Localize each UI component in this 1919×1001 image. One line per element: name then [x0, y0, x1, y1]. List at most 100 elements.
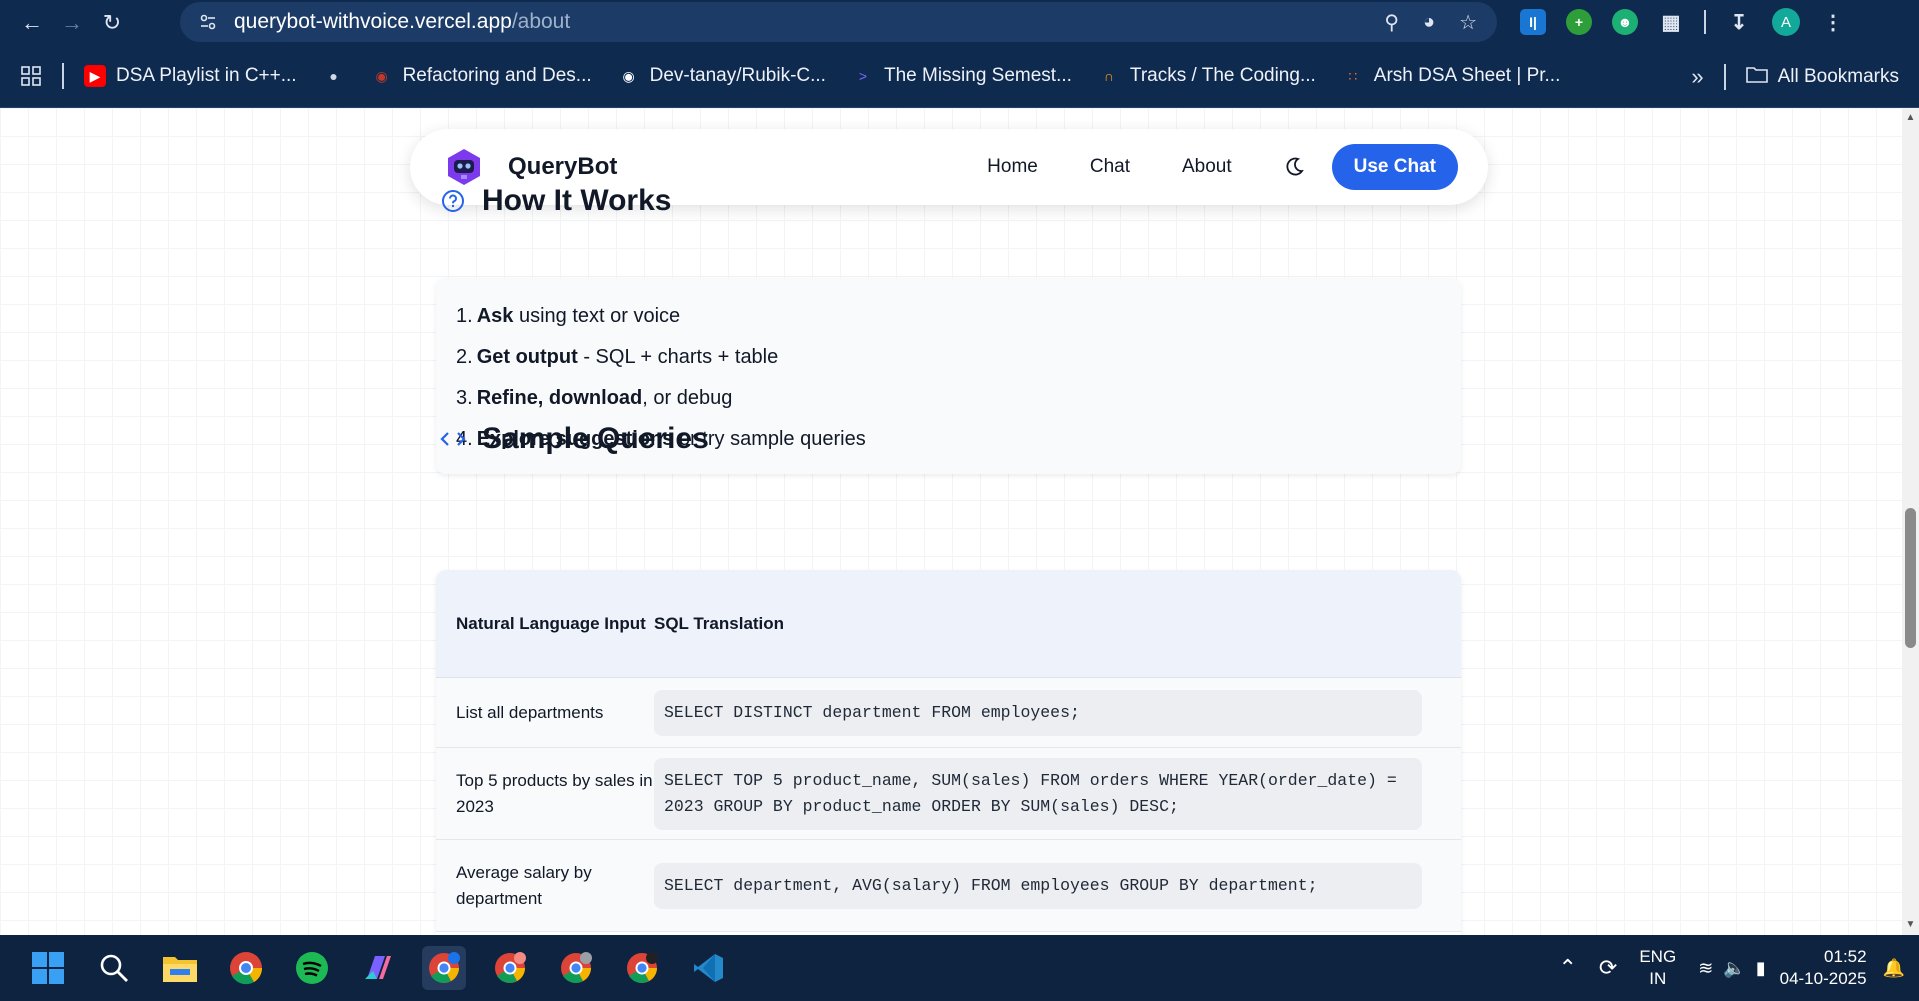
- scroll-down-icon[interactable]: ▼: [1905, 919, 1916, 931]
- language-indicator[interactable]: ENG IN: [1639, 946, 1676, 990]
- sample-queries-title: Sample Queries: [482, 422, 709, 455]
- bookmark-item[interactable]: ∩ Tracks / The Coding...: [1098, 65, 1316, 87]
- clock-time: 01:52: [1824, 947, 1867, 966]
- search-icon[interactable]: [92, 946, 136, 990]
- extension-icon-3[interactable]: ☻: [1612, 9, 1638, 35]
- browser-toolbar: ← → ↻ querybot-withvoice.vercel.app/abou…: [0, 0, 1919, 45]
- file-explorer-icon[interactable]: [158, 946, 202, 990]
- how-it-works-heading: How It Works: [440, 184, 671, 218]
- step-text: using text or voice: [513, 305, 681, 327]
- bookmark-item[interactable]: > The Missing Semest...: [852, 65, 1072, 87]
- extension-icon-2[interactable]: +: [1566, 9, 1592, 35]
- system-tray: ⌃ ⟳ ENG IN ≋ 🔈 ▮ 01:52 04-10-2025 🔔: [1558, 935, 1919, 1001]
- bookmarks-divider: [62, 63, 64, 89]
- folder-icon: [1745, 65, 1768, 89]
- step-keyword: Refine, download: [476, 387, 643, 409]
- sample-queries-table: Natural Language Input SQL Translation L…: [436, 570, 1461, 935]
- menu-kebab-icon[interactable]: ⋮: [1820, 9, 1846, 35]
- help-circle-icon: [440, 188, 466, 214]
- page-viewport: QueryBot Home Chat About Use Chat How It…: [0, 108, 1919, 935]
- how-it-works-title: How It Works: [482, 184, 672, 217]
- sql-code-cell[interactable]: SELECT department, AVG(salary) FROM empl…: [654, 862, 1422, 909]
- chevron-up-icon[interactable]: ⌃: [1558, 955, 1576, 981]
- bookmark-item[interactable]: ◉ Refactoring and Des...: [371, 65, 591, 87]
- page-scrollbar[interactable]: ▲ ▼: [1902, 108, 1919, 935]
- bookmark-label: The Missing Semest...: [883, 65, 1072, 86]
- natural-language-cell: Top 5 products by sales in 2023: [456, 770, 653, 816]
- brand[interactable]: QueryBot: [444, 147, 617, 187]
- bookmark-label: Dev-tanay/Rubik-C...: [649, 65, 826, 86]
- extensions-puzzle-icon[interactable]: ▦: [1658, 9, 1684, 35]
- notifications-icon[interactable]: 🔔: [1883, 958, 1905, 979]
- bookmark-item[interactable]: ▶ DSA Playlist in C++...: [84, 65, 297, 87]
- chrome-profile-window-icon[interactable]: [488, 946, 532, 990]
- chrome-profile-window-icon[interactable]: [422, 946, 466, 990]
- wifi-icon[interactable]: ≋: [1698, 958, 1713, 979]
- nav-chat[interactable]: Chat: [1090, 156, 1130, 178]
- step-item: 3. Refine, download, or debug: [456, 378, 1441, 419]
- windows-start-icon[interactable]: [26, 946, 70, 990]
- spotify-icon[interactable]: [290, 946, 334, 990]
- bookmark-item[interactable]: ●: [323, 65, 345, 87]
- terminal-icon: >: [858, 68, 868, 84]
- step-text: , or debug: [642, 387, 733, 409]
- language-code: ENG: [1639, 947, 1677, 966]
- apps-grid-icon[interactable]: [20, 65, 42, 87]
- scroll-thumb[interactable]: [1905, 508, 1916, 648]
- bookmark-item[interactable]: ∷ Arsh DSA Sheet | Pr...: [1342, 65, 1560, 87]
- all-bookmarks-folder[interactable]: All Bookmarks: [1745, 65, 1899, 89]
- sql-code-cell[interactable]: SELECT DISTINCT department FROM employee…: [654, 689, 1422, 736]
- scroll-up-icon[interactable]: ▲: [1905, 112, 1916, 124]
- column-header-sql: SQL Translation: [654, 613, 785, 633]
- step-item: 1. Ask using text or voice: [456, 296, 1441, 337]
- table-header: Natural Language Input SQL Translation: [436, 570, 1461, 678]
- github-icon: ◉: [622, 67, 635, 84]
- youtube-icon: ▶: [84, 65, 106, 87]
- zoom-icon[interactable]: ⚲: [1384, 10, 1399, 35]
- windows-taskbar: ⌃ ⟳ ENG IN ≋ 🔈 ▮ 01:52 04-10-2025 🔔: [0, 935, 1919, 1001]
- vscode-icon[interactable]: [686, 946, 730, 990]
- natural-language-cell: List all departments: [456, 702, 604, 722]
- bookmarks-bar: ▶ DSA Playlist in C++... ● ◉ Refactoring and…: [0, 45, 1919, 108]
- forward-icon[interactable]: →: [52, 3, 92, 43]
- brand-name: QueryBot: [508, 153, 618, 180]
- step-item: 2. Get output - SQL + charts + table: [456, 337, 1441, 378]
- step-number: 1.: [456, 305, 473, 327]
- url-text[interactable]: querybot-withvoice.vercel.app/about: [234, 10, 570, 34]
- site-info-icon[interactable]: [188, 2, 228, 42]
- nav-about[interactable]: About: [1182, 156, 1232, 178]
- toolbar-divider: [1704, 10, 1706, 34]
- back-icon[interactable]: ←: [12, 3, 52, 43]
- moon-icon[interactable]: [1280, 153, 1308, 181]
- grid-dots-icon: ∷: [1348, 67, 1358, 84]
- all-bookmarks-label: All Bookmarks: [1777, 65, 1899, 87]
- chrome-profile-window-icon[interactable]: [620, 946, 664, 990]
- robot-logo-icon: [448, 149, 480, 185]
- column-header-input: Natural Language Input: [456, 613, 646, 633]
- extension-icon-1[interactable]: I|: [1520, 9, 1546, 35]
- step-number: 2.: [456, 346, 473, 368]
- sample-queries-heading: Sample Queries: [440, 422, 709, 456]
- chrome-icon[interactable]: [224, 946, 268, 990]
- chrome-profile-window-icon[interactable]: [554, 946, 598, 990]
- copilot-icon[interactable]: [356, 946, 400, 990]
- more-bookmarks-icon[interactable]: »: [1691, 64, 1703, 90]
- download-icon[interactable]: ↧: [1726, 9, 1752, 35]
- bookmark-label: Tracks / The Coding...: [1129, 65, 1316, 86]
- raccoon-icon: ◉: [375, 67, 388, 84]
- region-code: IN: [1649, 969, 1667, 988]
- address-bar[interactable]: querybot-withvoice.vercel.app/about ⚲ ◕ …: [180, 2, 1497, 42]
- nav-home[interactable]: Home: [987, 156, 1038, 178]
- sql-code-cell[interactable]: SELECT TOP 5 product_name, SUM(sales) FR…: [654, 757, 1422, 830]
- use-chat-button[interactable]: Use Chat: [1331, 144, 1458, 190]
- profile-avatar[interactable]: A: [1772, 8, 1800, 36]
- battery-icon[interactable]: ▮: [1756, 958, 1766, 979]
- natural-language-cell: Average salary by department: [456, 862, 592, 908]
- reload-icon[interactable]: ↻: [92, 3, 132, 43]
- clock[interactable]: 01:52 04-10-2025: [1780, 946, 1867, 990]
- sync-icon[interactable]: ⟳: [1599, 955, 1617, 981]
- performance-icon[interactable]: ◕: [1423, 11, 1435, 34]
- bookmark-item[interactable]: ◉ Dev-tanay/Rubik-C...: [618, 65, 826, 87]
- volume-icon[interactable]: 🔈: [1723, 958, 1745, 979]
- bookmark-star-icon[interactable]: ☆: [1459, 10, 1477, 35]
